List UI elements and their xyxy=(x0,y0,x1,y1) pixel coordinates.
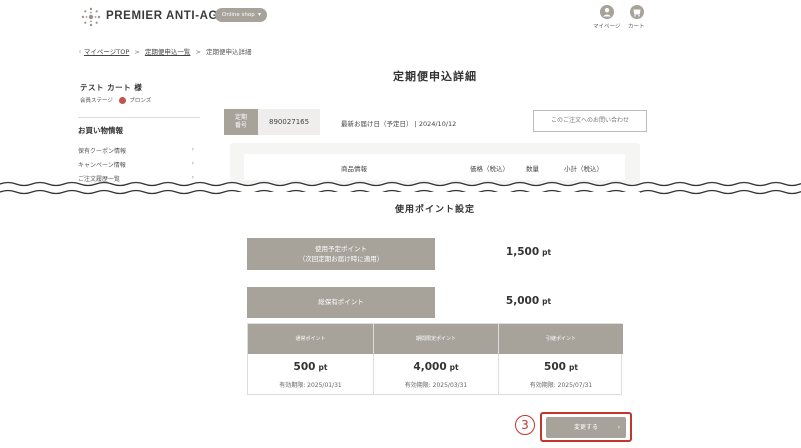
cart-label[interactable]: カート xyxy=(628,22,645,30)
regular-points-column: 通常ポイント 500 pt 有効期限: 2025/01/31 xyxy=(248,324,373,394)
limited-points-expiry: 有効期限: 2025/03/31 xyxy=(404,382,468,389)
planned-points-label-line1: 使用予定ポイント xyxy=(315,245,367,253)
points-panel xyxy=(230,192,640,448)
limited-points-header: 期間限定ポイント xyxy=(374,324,498,354)
breadcrumb-separator: > xyxy=(195,48,201,56)
member-stage-label: 会員ステージ xyxy=(80,98,113,104)
sidebar-divider xyxy=(78,117,200,118)
change-points-button[interactable]: 変更する › xyxy=(546,417,626,438)
total-points-number: 5,000 xyxy=(505,295,540,307)
breadcrumb-dot-icon: ◦ xyxy=(78,48,82,56)
total-points-label: 総保有ポイント xyxy=(247,287,435,318)
transferred-points-number: 500 xyxy=(544,361,566,373)
points-unit: pt xyxy=(542,248,552,257)
total-points-value: 5,000 pt xyxy=(435,295,622,307)
breadcrumb-separator: > xyxy=(134,48,140,56)
transferred-points-column: 引継ポイント 500 pt 有効期限: 2025/07/31 xyxy=(498,324,623,394)
sidebar-item-label: キャンペーン情報 xyxy=(78,162,126,169)
chevron-down-icon: ▾ xyxy=(257,11,261,18)
sidebar-item-campaigns[interactable]: キャンペーン情報 › xyxy=(78,160,194,169)
page-root: PREMIER ANTI-AGING Online shop ▾ マイページ カ… xyxy=(0,0,801,448)
points-section-title: 使用ポイント設定 xyxy=(394,205,475,215)
points-unit: pt xyxy=(542,297,552,306)
regular-points-header: 通常ポイント xyxy=(248,324,373,354)
breadcrumb: ◦ マイページTOP > 定期便申込一覧 > 定期便申込詳細 xyxy=(78,46,252,56)
header-price: 価格（税込） xyxy=(470,165,509,173)
order-number-label: 定期 番号 xyxy=(224,109,258,135)
points-unit: pt xyxy=(318,363,328,372)
order-label-line2: 番号 xyxy=(234,122,247,129)
header-quantity: 数量 xyxy=(526,165,539,173)
planned-points-label: 使用予定ポイント （次回定期お届け時に適用） xyxy=(247,238,435,270)
header-subtotal: 小計（税込） xyxy=(564,165,603,173)
next-delivery-date: 最新お届け日（予定日） | 2024/10/12 xyxy=(341,120,457,128)
chevron-right-icon: › xyxy=(191,146,194,153)
planned-points-value: 1,500 pt xyxy=(435,246,622,258)
limited-points-number: 4,000 xyxy=(413,361,447,373)
breadcrumb-current: 定期便申込詳細 xyxy=(206,48,252,56)
transferred-points-value: 500 pt xyxy=(499,361,623,373)
breadcrumb-subscription-list[interactable]: 定期便申込一覧 xyxy=(145,48,191,56)
change-points-button-label: 変更する xyxy=(573,424,598,431)
cart-icon[interactable] xyxy=(630,5,644,19)
planned-points-label-line2: （次回定期お届け時に適用） xyxy=(298,255,384,263)
page-title: 定期便申込詳細 xyxy=(393,70,477,83)
limited-points-value: 4,000 pt xyxy=(374,361,498,373)
points-unit: pt xyxy=(568,363,578,372)
sidebar-item-coupons[interactable]: 保有クーポン情報 › xyxy=(78,146,194,155)
site-header: PREMIER ANTI-AGING Online shop ▾ マイページ カ… xyxy=(0,0,801,36)
brand-logo-icon[interactable] xyxy=(80,6,102,28)
order-inquiry-button[interactable]: このご注文へのお問い合わせ xyxy=(533,110,647,132)
regular-points-number: 500 xyxy=(293,361,316,373)
sidebar-item-label: 保有クーポン情報 xyxy=(78,148,127,155)
limited-points-column: 期間限定ポイント 4,000 pt 有効期限: 2025/03/31 xyxy=(373,324,498,394)
planned-points-number: 1,500 xyxy=(505,246,540,258)
sidebar-section-title: お買い物情報 xyxy=(78,126,123,135)
mypage-user-icon[interactable] xyxy=(600,5,614,19)
points-breakdown-table: 通常ポイント 500 pt 有効期限: 2025/01/31 期間限定ポイント 4… xyxy=(247,323,623,395)
online-shop-pill[interactable]: Online shop ▾ xyxy=(215,8,267,22)
transferred-points-expiry: 有効期限: 2025/07/31 xyxy=(529,382,593,389)
points-unit: pt xyxy=(449,363,459,372)
member-stage-value: ブロンズ xyxy=(129,98,152,104)
member-stage: 会員ステージ ブロンズ xyxy=(80,96,151,104)
chevron-right-icon: › xyxy=(191,160,194,167)
breadcrumb-mypage-top[interactable]: マイページTOP xyxy=(84,48,129,56)
regular-points-value: 500 pt xyxy=(248,361,373,373)
transferred-points-header: 引継ポイント xyxy=(499,324,623,354)
step-marker: 3 xyxy=(515,415,535,435)
order-number: 890027165 xyxy=(269,118,310,126)
order-label-line1: 定期 xyxy=(234,114,247,121)
bronze-medal-icon xyxy=(118,97,126,104)
header-product-info: 商品情報 xyxy=(341,165,367,173)
order-number-box: 定期 番号 890027165 xyxy=(224,109,320,135)
user-name: テスト カート 様 xyxy=(80,83,143,92)
regular-points-expiry: 有効期限: 2025/01/31 xyxy=(279,382,342,389)
mypage-label[interactable]: マイページ xyxy=(593,22,620,30)
chevron-right-icon: › xyxy=(617,424,620,431)
online-shop-label: Online shop xyxy=(222,12,255,18)
